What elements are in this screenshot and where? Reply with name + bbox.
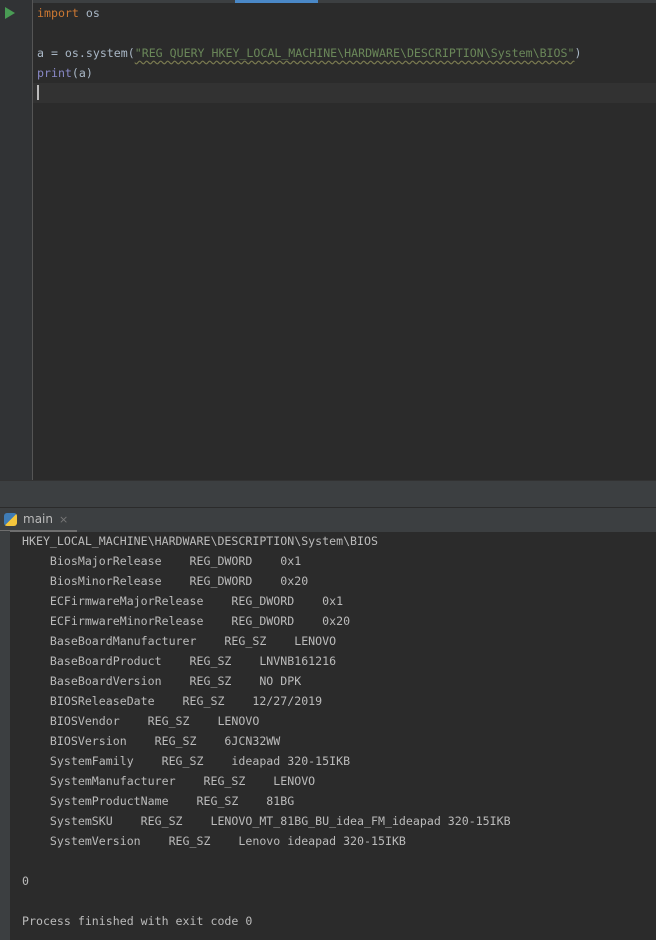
console-output[interactable]: HKEY_LOCAL_MACHINE\HARDWARE\DESCRIPTION\… (22, 531, 511, 931)
console-line: BIOSVendor REG_SZ LENOVO (22, 714, 260, 728)
console-line: SystemSKU REG_SZ LENOVO_MT_81BG_BU_idea_… (22, 814, 511, 828)
keyword: import (37, 6, 79, 20)
builtin-function: print (37, 66, 72, 80)
console-line: HKEY_LOCAL_MACHINE\HARDWARE\DESCRIPTION\… (22, 534, 378, 548)
run-toolbar (0, 531, 10, 940)
text-caret (37, 85, 39, 100)
console-line: BiosMajorRelease REG_DWORD 0x1 (22, 554, 302, 568)
code-text: ) (574, 46, 582, 60)
code-line-1: import os (37, 3, 100, 23)
code-text: a = os.system( (37, 46, 135, 60)
panel-splitter[interactable] (0, 480, 656, 508)
console-line: 0 (22, 874, 29, 888)
tab-label: main (23, 512, 53, 526)
current-line-highlight (33, 83, 656, 103)
run-icon[interactable] (5, 7, 15, 19)
console-line: SystemVersion REG_SZ Lenovo ideapad 320-… (22, 834, 406, 848)
code-editor[interactable]: import os a = os.system("REG QUERY HKEY_… (0, 0, 656, 480)
console-line: ECFirmwareMajorRelease REG_DWORD 0x1 (22, 594, 344, 608)
close-icon[interactable]: × (59, 513, 68, 526)
console-line: BIOSReleaseDate REG_SZ 12/27/2019 (22, 694, 323, 708)
console-line: Process finished with exit code 0 (22, 914, 253, 928)
code-text: (a) (71, 66, 93, 80)
console-line: SystemProductName REG_SZ 81BG (22, 794, 295, 808)
console-line: BaseBoardVersion REG_SZ NO DPK (22, 674, 302, 688)
editor-gutter (0, 0, 33, 480)
code-line-3: a = os.system("REG QUERY HKEY_LOCAL_MACH… (37, 43, 581, 63)
console-line: BaseBoardProduct REG_SZ LNVNB161216 (22, 654, 337, 668)
python-icon (4, 512, 17, 526)
console-line: SystemManufacturer REG_SZ LENOVO (22, 774, 316, 788)
console-line: BaseBoardManufacturer REG_SZ LENOVO (22, 634, 337, 648)
console-line: BiosMinorRelease REG_DWORD 0x20 (22, 574, 309, 588)
code-line-4: print(a) (37, 63, 93, 83)
console-line: SystemFamily REG_SZ ideapad 320-15IKB (22, 754, 351, 768)
code-text: os (78, 6, 100, 20)
console-line: BIOSVersion REG_SZ 6JCN32WW (22, 734, 281, 748)
run-tool-window-tabs: main × (0, 507, 656, 532)
run-tab-main[interactable]: main × (0, 508, 77, 532)
active-tab-indicator (235, 0, 318, 3)
string-literal: "REG QUERY HKEY_LOCAL_MACHINE\HARDWARE\D… (134, 46, 575, 60)
console-line: ECFirmwareMinorRelease REG_DWORD 0x20 (22, 614, 351, 628)
